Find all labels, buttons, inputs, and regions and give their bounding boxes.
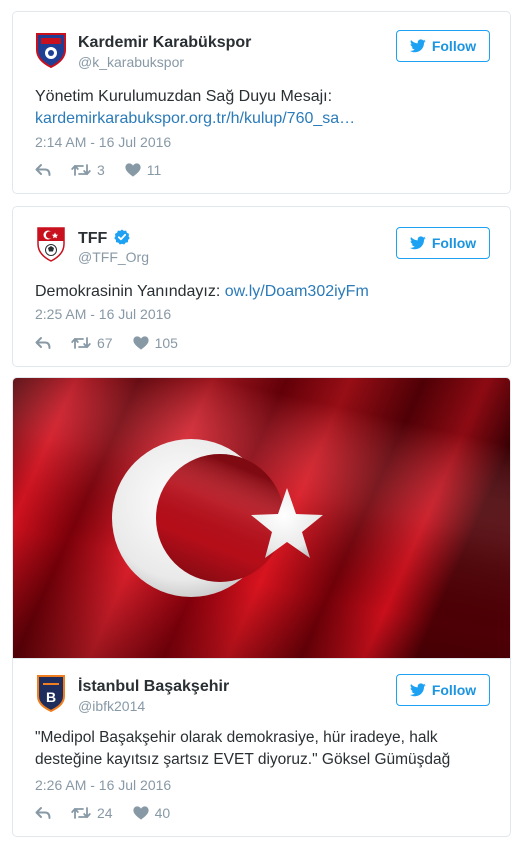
tweet-actions: 67 105 xyxy=(35,334,198,352)
tweet-actions: 3 11 xyxy=(35,161,181,179)
retweet-button[interactable]: 67 xyxy=(71,335,113,351)
twitter-bird-icon xyxy=(410,683,426,697)
verified-icon xyxy=(114,229,130,245)
twitter-bird-icon xyxy=(410,236,426,250)
tweet-text-line: "Medipol Başakşehir olarak demokrasiye, … xyxy=(35,729,438,746)
retweet-icon xyxy=(71,336,91,350)
display-name-text: TFF xyxy=(78,230,108,247)
tweet-link[interactable]: ow.ly/Doam302iyFm xyxy=(225,283,369,300)
follow-button[interactable]: Follow xyxy=(396,674,490,706)
like-count: 40 xyxy=(154,805,171,821)
like-button[interactable]: 11 xyxy=(125,162,162,178)
follow-button[interactable]: Follow xyxy=(396,227,490,259)
tweet-text-line: Yönetim Kurulumuzdan Sağ Duyu Mesajı: xyxy=(35,88,333,105)
tweet-text-line: desteğine kayıtsız şartsız EVET diyoruz.… xyxy=(35,751,451,768)
twitter-bird-icon xyxy=(410,39,426,53)
follow-label: Follow xyxy=(431,38,477,54)
display-name[interactable]: Kardemir Karabükspor xyxy=(78,34,251,52)
retweet-button[interactable]: 24 xyxy=(71,805,113,821)
follow-label: Follow xyxy=(431,682,477,698)
avatar[interactable] xyxy=(35,225,67,263)
retweet-count: 67 xyxy=(97,335,113,351)
like-button[interactable]: 105 xyxy=(133,335,178,351)
retweet-count: 24 xyxy=(97,805,113,821)
like-button[interactable]: 40 xyxy=(133,805,171,821)
reply-button[interactable] xyxy=(35,163,51,177)
retweet-icon xyxy=(71,163,91,177)
screen-name[interactable]: @k_karabukspor xyxy=(78,54,184,70)
follow-button[interactable]: Follow xyxy=(396,30,490,62)
tweet-text: Yönetim Kurulumuzdan Sağ Duyu Mesajı: ka… xyxy=(35,86,492,130)
screen-name[interactable]: @ibfk2014 xyxy=(78,698,145,714)
tweet-card: B İstanbul Başakşehir @ibfk2014 Follow "… xyxy=(12,377,511,837)
tweet-text: Demokrasinin Yanındayız: ow.ly/Doam302iy… xyxy=(35,281,492,303)
like-count: 11 xyxy=(146,162,162,178)
tweet-timestamp[interactable]: 2:26 AM - 16 Jul 2016 xyxy=(35,777,171,793)
tweet-actions: 24 40 xyxy=(35,804,190,822)
retweet-button[interactable]: 3 xyxy=(71,162,105,178)
tweet-card: TFF @TFF_Org Follow Demokrasinin Yanında… xyxy=(12,206,511,367)
retweet-icon xyxy=(71,806,91,820)
reply-button[interactable] xyxy=(35,806,51,820)
avatar[interactable]: B xyxy=(35,674,67,713)
tweet-timestamp[interactable]: 2:25 AM - 16 Jul 2016 xyxy=(35,306,171,322)
tweet-card: Kardemir Karabükspor @k_karabukspor Foll… xyxy=(12,11,511,194)
display-name[interactable]: İstanbul Başakşehir xyxy=(78,678,229,696)
heart-icon xyxy=(133,336,149,350)
retweet-count: 3 xyxy=(97,162,105,178)
reply-icon xyxy=(35,806,51,820)
tweet-text: "Medipol Başakşehir olarak demokrasiye, … xyxy=(35,727,492,771)
tweet-timestamp[interactable]: 2:14 AM - 16 Jul 2016 xyxy=(35,134,171,150)
media-divider xyxy=(13,658,510,659)
screen-name[interactable]: @TFF_Org xyxy=(78,249,149,265)
display-name[interactable]: TFF xyxy=(78,229,130,248)
reply-icon xyxy=(35,163,51,177)
reply-button[interactable] xyxy=(35,336,51,350)
heart-icon xyxy=(125,163,141,177)
svg-text:B: B xyxy=(46,689,56,705)
tweet-link[interactable]: kardemirkarabukspor.org.tr/h/kulup/760_s… xyxy=(35,110,355,127)
heart-icon xyxy=(133,806,149,820)
turkish-flag-image[interactable] xyxy=(13,378,510,658)
avatar[interactable] xyxy=(35,30,67,69)
reply-icon xyxy=(35,336,51,350)
follow-label: Follow xyxy=(431,235,477,251)
tweet-text-line: Demokrasinin Yanındayız: xyxy=(35,283,221,300)
like-count: 105 xyxy=(154,335,178,351)
